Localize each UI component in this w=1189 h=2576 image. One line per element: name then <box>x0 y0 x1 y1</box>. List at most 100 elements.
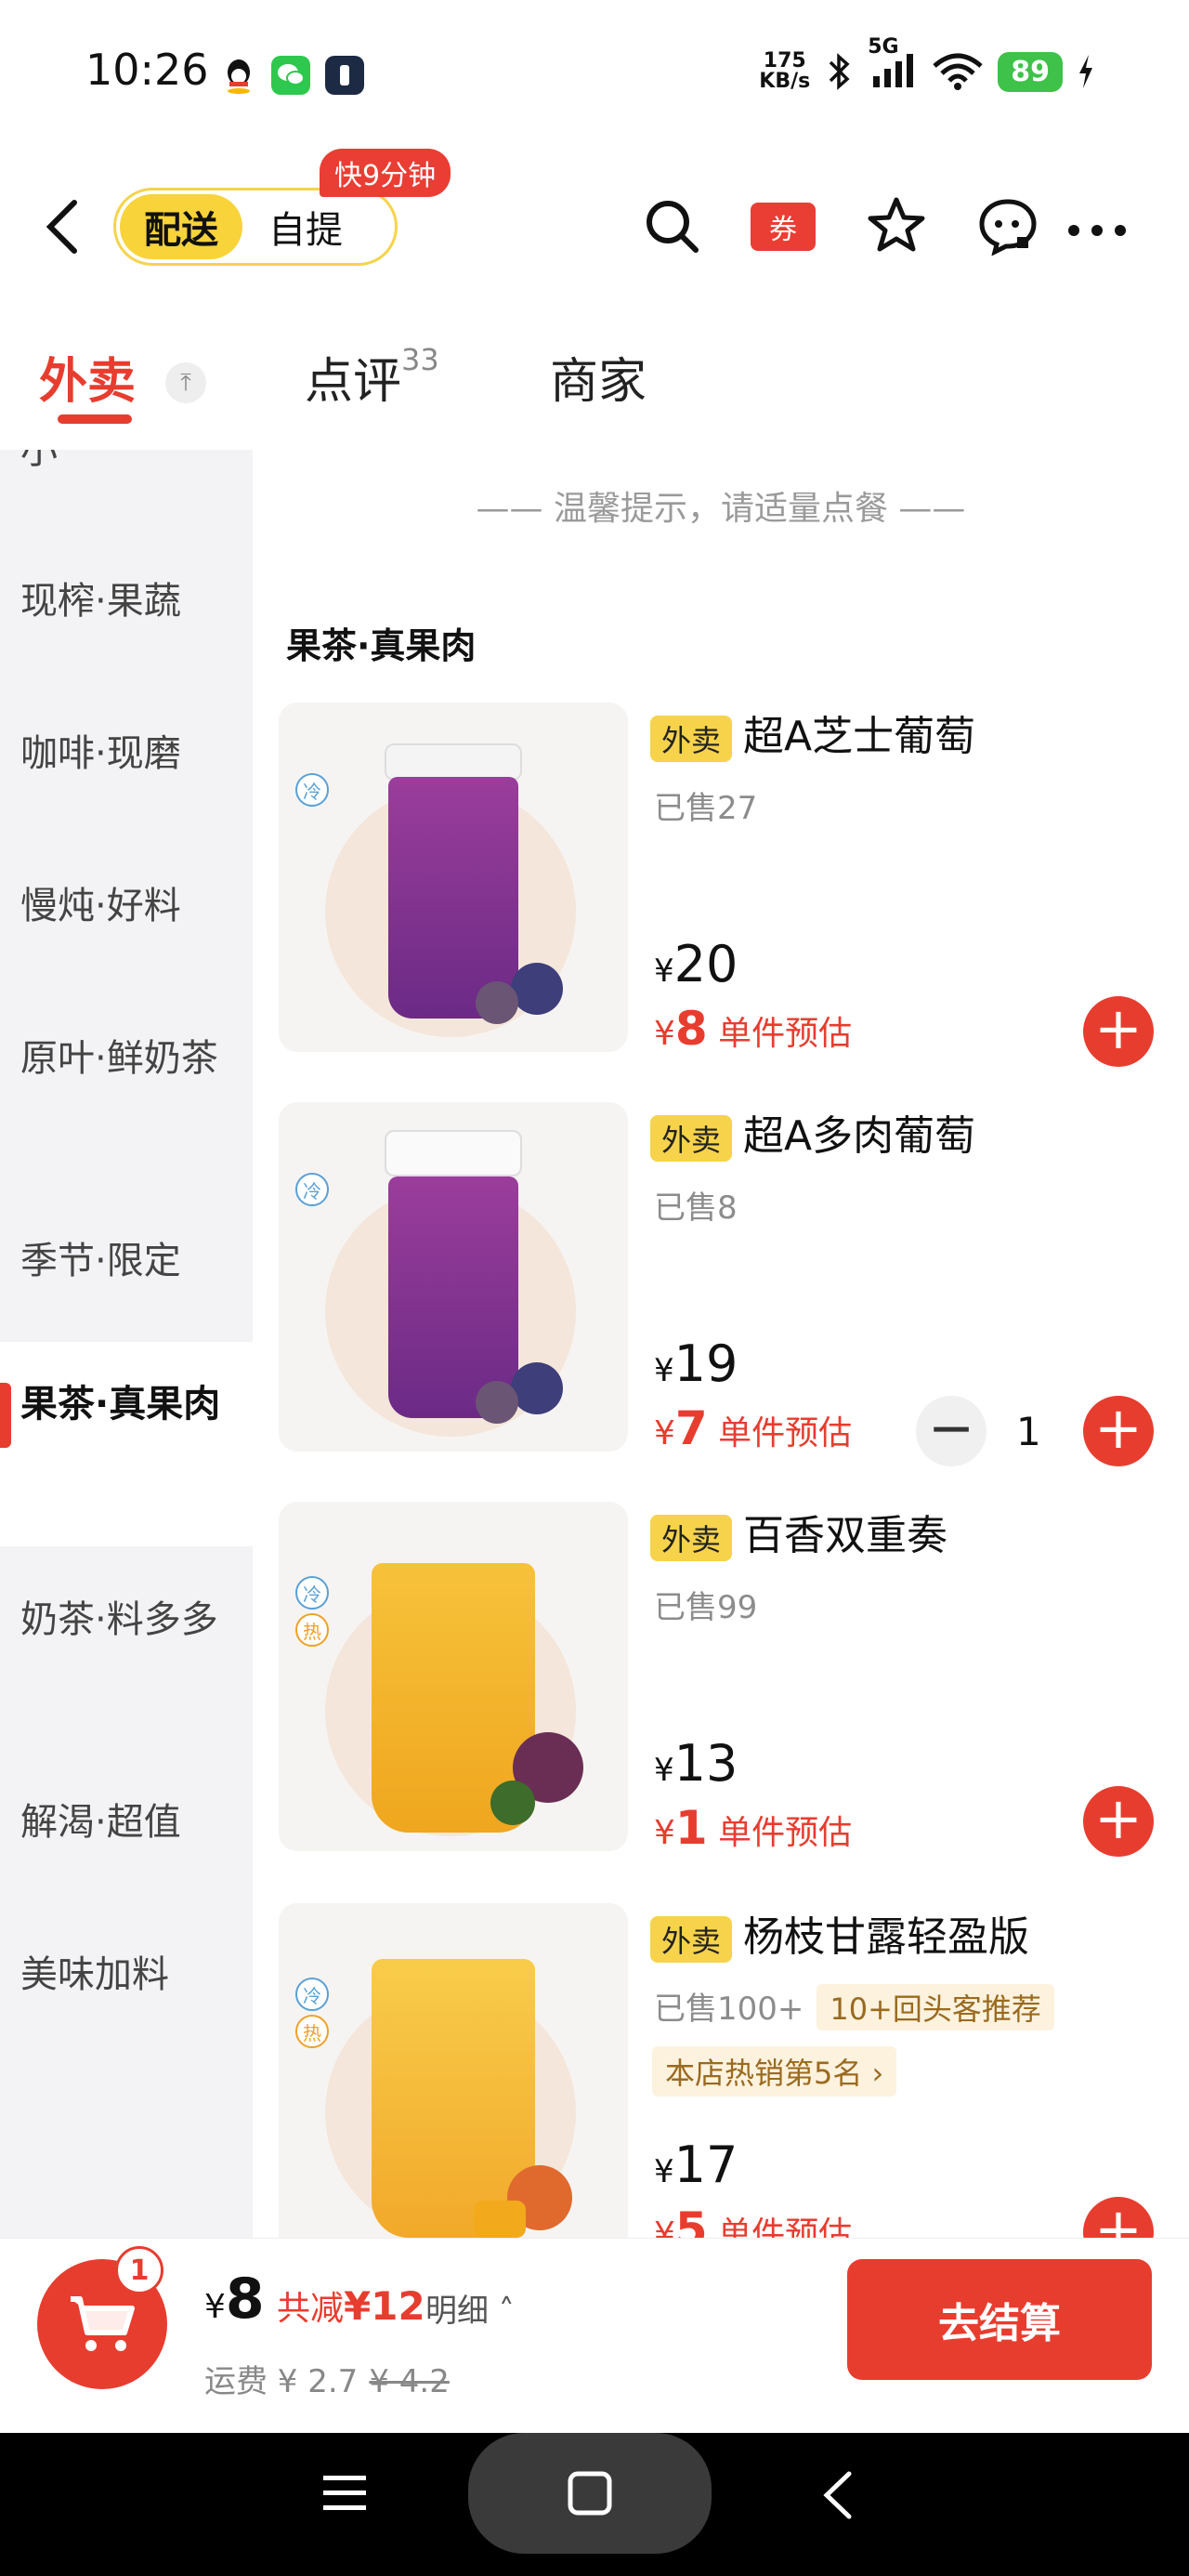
search-button[interactable] <box>639 193 704 258</box>
chat-icon <box>979 199 1037 256</box>
more-button[interactable] <box>1066 204 1128 242</box>
star-icon <box>868 197 925 252</box>
menu-icon <box>323 2476 366 2510</box>
collapse-icon[interactable]: ⤒ <box>165 362 206 403</box>
coupon-button[interactable]: 券 <box>751 203 816 251</box>
menu-item[interactable]: 冷 外卖 超A芝士葡萄 已售27 ¥20 ¥8 单件预估 + <box>253 703 1189 1093</box>
menu-nav-button[interactable] <box>321 2470 368 2522</box>
back-nav-button[interactable] <box>819 2470 856 2530</box>
cold-icon: 冷 <box>295 1576 329 1610</box>
estimated-price: ¥8 单件预估 <box>654 1002 853 1056</box>
sidebar-item-partial[interactable]: 小 <box>0 450 253 476</box>
sidebar-item-juice[interactable]: 现榨·果蔬 <box>0 576 253 626</box>
detail-toggle[interactable]: 明细 ˄ <box>425 2285 515 2331</box>
cell-signal: 5G <box>868 35 918 95</box>
sidebar-item-milk-tea[interactable]: 奶茶·料多多 <box>0 1595 253 1645</box>
home-icon <box>568 2471 612 2516</box>
fast-badge: 快9分钟 <box>320 149 451 197</box>
notice-tip: —— 温馨提示，请适量点餐 —— <box>476 490 966 528</box>
service-button[interactable] <box>975 193 1040 258</box>
menu-item[interactable]: 冷 外卖 超A多肉葡萄 已售8 ¥19 ¥7 单件预估 − 1 + <box>253 1102 1189 1492</box>
tab-active-indicator <box>58 414 132 424</box>
chevron-left-icon <box>46 200 77 254</box>
favorite-button[interactable] <box>864 193 929 258</box>
sold-count: 已售100+ <box>654 1991 804 2028</box>
cold-icon: 冷 <box>295 1978 329 2011</box>
repeat-customer-badge: 10+回头客推荐 <box>817 1984 1054 2031</box>
takeout-tag: 外卖 <box>650 1515 733 1561</box>
net-speed: 175 KB/s <box>759 49 811 93</box>
item-name: 超A多肉葡萄 <box>743 1112 976 1160</box>
discount-summary: 共减¥12 <box>277 2283 425 2329</box>
item-price: ¥19 <box>654 1334 738 1393</box>
sidebar-item-value[interactable]: 解渴·超值 <box>0 1797 253 1847</box>
sidebar-item-milk-tea-fresh[interactable]: 原叶·鲜奶茶 <box>0 1033 253 1084</box>
hot-rank-badge[interactable]: 本店热销第5名 › <box>652 2046 897 2096</box>
estimated-price: ¥5 单件预估 <box>654 2202 853 2238</box>
delivery-fee: 运费 ¥ 2.7 ¥ 4.2 <box>204 2363 450 2400</box>
item-name: 超A芝士葡萄 <box>743 713 976 760</box>
tab-reviews[interactable]: 点评33 <box>305 342 439 412</box>
hot-icon: 热 <box>295 2015 329 2048</box>
product-image: 冷 热 <box>279 1903 628 2238</box>
sold-count: 已售27 <box>654 790 758 827</box>
delivery-mode-toggle: 配送 自提 <box>113 188 398 266</box>
sidebar-item-seasonal[interactable]: 季节·限定 <box>0 1236 253 1286</box>
product-image: 冷 <box>279 1102 628 1452</box>
reviews-count: 33 <box>401 342 439 377</box>
sold-count: 已售99 <box>654 1589 758 1626</box>
product-image: 冷 热 <box>279 1502 628 1851</box>
back-button[interactable] <box>41 197 82 266</box>
add-button[interactable]: + <box>1083 1396 1154 1466</box>
wifi-icon <box>933 53 983 90</box>
checkout-button[interactable]: 去结算 <box>847 2259 1152 2380</box>
estimated-price: ¥1 单件预估 <box>654 1801 853 1855</box>
item-price: ¥17 <box>654 2136 738 2194</box>
takeout-tag: 外卖 <box>650 716 733 762</box>
product-image: 冷 <box>279 703 628 1052</box>
add-button[interactable]: + <box>1083 2197 1154 2238</box>
cart-count-badge: 1 <box>115 2246 163 2294</box>
category-sidebar: 小 现榨·果蔬 咖啡·现磨 慢炖·好料 原叶·鲜奶茶 季节·限定 果茶·真果肉 … <box>0 450 253 2238</box>
page: 10:26 175 KB/s 5G 89 配送 自提 快9分钟 券 外卖 ⤒ 点… <box>0 0 1189 2576</box>
header: 配送 自提 快9分钟 券 <box>0 149 1189 297</box>
item-name: 百香双重奏 <box>743 1512 948 1559</box>
decrease-button[interactable]: − <box>916 1396 986 1466</box>
mode-delivery[interactable]: 配送 <box>120 194 242 259</box>
takeout-tag: 外卖 <box>650 1115 733 1162</box>
tab-merchant[interactable]: 商家 <box>550 342 647 412</box>
sidebar-item-coffee[interactable]: 咖啡·现磨 <box>0 729 253 779</box>
menu-item[interactable]: 冷 热 外卖 杨枝甘露轻盈版 已售100+ 10+回头客推荐 本店热销第5名 › ¥… <box>253 1903 1189 2238</box>
wechat-icon <box>271 56 310 95</box>
search-icon <box>647 201 699 253</box>
battery-level: 89 <box>998 51 1063 92</box>
sidebar-item-stew[interactable]: 慢炖·好料 <box>0 881 253 931</box>
quantity-value: 1 <box>1016 1409 1041 1454</box>
sidebar-item-addons[interactable]: 美味加料 <box>0 1950 253 2000</box>
cold-icon: 冷 <box>295 1173 329 1206</box>
tab-bar: 外卖 ⤒ 点评33 商家 <box>0 316 1189 446</box>
menu-item[interactable]: 冷 热 外卖 百香双重奏 已售99 ¥13 ¥1 单件预估 + <box>253 1502 1189 1892</box>
home-nav-button[interactable] <box>468 2433 712 2554</box>
item-price: ¥13 <box>654 1734 738 1793</box>
status-indicators: 175 KB/s 5G 89 <box>759 35 1096 95</box>
item-price: ¥20 <box>654 935 738 993</box>
menu-content: —— 温馨提示，请适量点餐 —— 果茶·真果肉 冷 外卖 超A芝士葡萄 已售27 … <box>253 450 1189 2238</box>
item-name: 杨枝甘露轻盈版 <box>743 1913 1030 1961</box>
bluetooth-icon <box>830 53 850 90</box>
tab-takeout[interactable]: 外卖 <box>39 342 136 412</box>
mode-pickup[interactable]: 自提 <box>242 200 343 254</box>
cold-icon: 冷 <box>295 773 329 807</box>
section-title: 果茶·真果肉 <box>286 625 477 666</box>
charging-icon <box>1079 55 1092 88</box>
cart-bar: 1 ¥8 共减¥12 明细 ˄ 运费 ¥ 2.7 ¥ 4.2 去结算 <box>0 2238 1189 2433</box>
add-button[interactable]: + <box>1083 996 1154 1067</box>
add-button[interactable]: + <box>1083 1786 1154 1857</box>
sidebar-item-fruit-tea[interactable]: 果茶·真果肉 <box>0 1342 253 1546</box>
app-icon <box>325 56 364 95</box>
clock: 10:26 <box>85 45 209 95</box>
sold-count: 已售8 <box>654 1189 738 1227</box>
cart-total: ¥8 <box>204 2267 265 2332</box>
qq-icon <box>219 56 258 95</box>
cart-icon <box>71 2296 135 2351</box>
